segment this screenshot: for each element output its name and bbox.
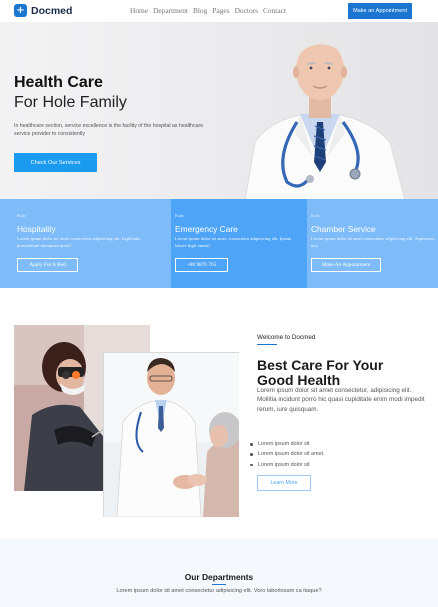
list-item: Lorem ipsum dolor sit [250,439,325,449]
hero-title: Health Care [14,74,103,91]
image-frame [103,352,239,517]
about-list: Lorem ipsum dolor sit Lorem ipsum dolor … [250,439,325,470]
brand-name: Docmed [31,4,73,17]
service-text: Lorem ipsum dolor sit amet consectetur a… [311,236,436,248]
about-text: Lorem ipsum dolor sit amet consectetur, … [257,387,425,413]
emergency-phone-button[interactable]: +88 9876 765 [175,258,228,272]
nav-item-department[interactable]: Department [153,6,188,15]
list-item: Lorem ipsum dolor sit amet. [250,449,325,459]
nav-item-home[interactable]: Home [130,6,148,15]
list-item: Lorem ipsum dolor sit [250,460,325,470]
service-card-hospitality: Ecitc Hospitality Lorem ipsum dolor sit,… [0,199,171,288]
learn-more-button[interactable]: Learn More [257,475,311,491]
logo[interactable]: + Docmed [14,4,72,17]
site-header: + Docmed Home Department Blog Pages Doct… [0,0,438,22]
nav-item-pages[interactable]: Pages [212,6,229,15]
nav-item-blog[interactable]: Blog [193,6,207,15]
hero-subtitle: For Hole Family [14,94,127,111]
hero-description: In healthcare section, service excellenc… [14,123,204,137]
about-images [14,325,239,517]
apply-for-bed-button[interactable]: Apply For A Bed [17,258,78,272]
chamber-appointment-button[interactable]: Make An Appointment [311,258,381,272]
service-title: Hospitality [17,224,56,234]
doctor-portrait [244,34,406,200]
nav-item-contact[interactable]: Contact [263,6,286,15]
service-tag: Ecitc [311,213,321,218]
service-text: Lorem ipsum dolor sit amet, consectetur … [175,236,292,248]
service-text: Lorem ipsum dolor sit, amet consectetur … [17,236,141,248]
service-card-chamber: Ecitc Chamber Service Lorem ipsum dolor … [307,199,438,288]
departments-section: Our Departments Lorem ipsum dolor sit am… [0,539,438,607]
hero-section: Health Care For Hole Family In healthcar… [0,22,438,200]
departments-title: Our Departments [184,572,254,582]
make-appointment-button[interactable]: Make an Appointment [348,3,412,19]
check-services-button[interactable]: Check Our Services [14,153,97,172]
service-card-emergency: Ecitc Emergency Care Lorem ipsum dolor s… [171,199,307,288]
services-strip: Ecitc Hospitality Lorem ipsum dolor sit,… [0,199,438,288]
divider [257,344,277,345]
about-title: Best Care For Your Good Health [257,357,384,388]
service-title: Chamber Service [311,224,376,234]
service-title: Emergency Care [175,224,238,234]
departments-text: Lorem ipsum dolor sit amet consectetur a… [116,588,322,594]
service-tag: Ecitc [17,213,27,218]
service-tag: Ecitc [175,213,185,218]
medical-cross-icon: + [14,4,27,17]
nav-item-doctors[interactable]: Doctors [235,6,258,15]
welcome-label: Welcome to Docmed [257,334,316,341]
divider [212,584,226,585]
main-nav: Home Department Blog Pages Doctors Conta… [130,6,286,15]
